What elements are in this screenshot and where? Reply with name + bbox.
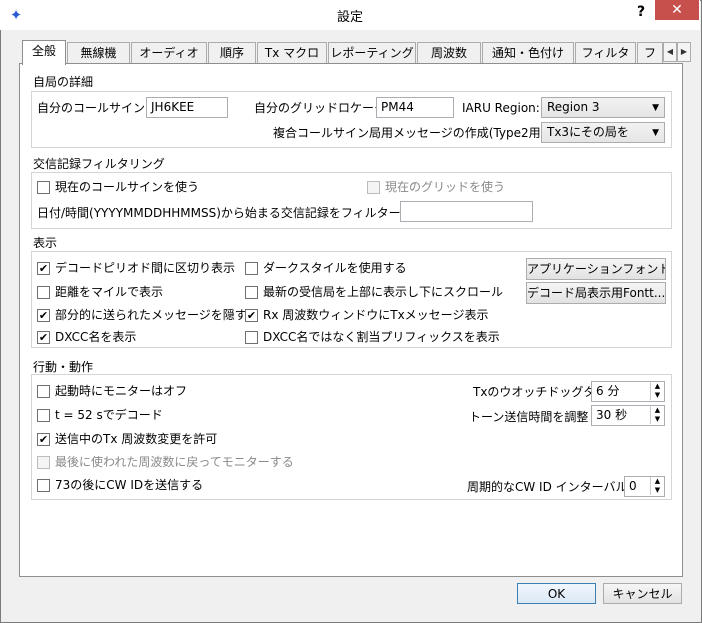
ok-button[interactable]: OK xyxy=(517,583,596,604)
station-details-title: 自局の詳細 xyxy=(33,75,94,89)
cw-interval-spinbox[interactable]: 0 ▲ ▼ xyxy=(624,476,665,497)
use-grid-label: 現在のグリッドを使う xyxy=(385,180,506,194)
dxcc-name-label: DXCC名を表示 xyxy=(55,330,137,344)
allow-tx-change-checkbox[interactable]: ✔ xyxy=(37,433,50,446)
app-font-button[interactable]: アプリケーションフォント… xyxy=(526,258,666,280)
decode-separator-checkbox[interactable]: ✔ xyxy=(37,262,50,275)
tab-notifications[interactable]: 通知・色付け xyxy=(482,42,574,64)
use-callsign-checkbox[interactable] xyxy=(37,181,50,194)
tune-duration-spinbox[interactable]: 30 秒 ▲ ▼ xyxy=(591,405,665,426)
window-title: 設定 xyxy=(336,10,363,25)
watchdog-spinbox[interactable]: 6 分 ▲ ▼ xyxy=(591,381,665,402)
prefix-instead-checkbox[interactable] xyxy=(245,331,258,344)
chevron-down-icon: ▼ xyxy=(652,128,659,138)
tab-radio[interactable]: 無線機 xyxy=(67,42,130,64)
rx-tx-msgs-label: Rx 周波数ウィンドウにTxメッセージ表示 xyxy=(263,308,489,322)
tab-scroll-left-icon[interactable]: ◀ xyxy=(663,42,677,62)
decode-52-checkbox[interactable] xyxy=(37,409,50,422)
display-title: 表示 xyxy=(33,236,58,250)
rx-tx-msgs-checkbox[interactable]: ✔ xyxy=(245,309,258,322)
spin-down-icon[interactable]: ▼ xyxy=(650,415,664,424)
chevron-down-icon: ▼ xyxy=(652,103,659,113)
distance-miles-label: 距離をマイルで表示 xyxy=(55,285,164,299)
return-freq-label: 最後に使われた周波数に戻ってモニターする xyxy=(55,455,294,469)
tab-overflow[interactable]: フ xyxy=(637,42,663,64)
log-filter-title: 交信記録フィルタリング xyxy=(33,157,165,171)
tab-sequence[interactable]: 順序 xyxy=(208,42,256,64)
cancel-button[interactable]: キャンセル xyxy=(603,583,682,604)
dark-style-label: ダークスタイルを使用する xyxy=(263,261,407,275)
cw-interval-value: 0 xyxy=(629,479,637,493)
dxcc-name-checkbox[interactable]: ✔ xyxy=(37,331,50,344)
decode-font-button[interactable]: デコード局表示用Fontt... xyxy=(526,282,666,304)
dark-style-checkbox[interactable] xyxy=(245,262,258,275)
hide-partial-checkbox[interactable]: ✔ xyxy=(37,309,50,322)
monitor-off-label: 起動時にモニターはオフ xyxy=(55,384,188,398)
spin-up-icon[interactable]: ▲ xyxy=(650,406,664,415)
tune-duration-value: 30 秒 xyxy=(596,408,628,422)
newest-top-label: 最新の受信局を上部に表示し下にスクロール xyxy=(263,285,504,299)
tab-tx-macros[interactable]: Tx マクロ xyxy=(257,42,327,64)
spin-down-icon[interactable]: ▼ xyxy=(650,486,664,495)
grid-label: 自分のグリッドロケータ: xyxy=(254,101,391,115)
spin-up-icon[interactable]: ▲ xyxy=(650,382,664,391)
iaru-region-value: Region 3 xyxy=(547,100,600,114)
use-callsign-label: 現在のコールサインを使う xyxy=(55,180,200,194)
behavior-title: 行動・動作 xyxy=(33,360,94,374)
close-button[interactable]: ✕ xyxy=(655,0,699,20)
date-filter-input[interactable] xyxy=(400,201,533,222)
compound-call-select[interactable]: Tx3にその局を ▼ xyxy=(541,122,665,143)
callsign-label: 自分のコールサイン: xyxy=(37,101,150,115)
return-freq-checkbox[interactable] xyxy=(37,456,50,469)
date-filter-label: 日付/時間(YYYYMMDDHHMMSS)から始まる交信記録をフィルター xyxy=(37,206,401,220)
decode-separator-label: デコードピリオド間に区切り表示 xyxy=(55,261,236,275)
cw-id-73-label: 73の後にCW IDを送信する xyxy=(55,478,204,492)
spin-up-icon[interactable]: ▲ xyxy=(650,477,664,486)
compound-call-label: 複合コールサイン局用メッセージの作成(Type2用): xyxy=(273,126,550,140)
tab-general[interactable]: 全般 xyxy=(22,40,66,65)
use-grid-checkbox[interactable] xyxy=(367,181,380,194)
cw-id-73-checkbox[interactable] xyxy=(37,479,50,492)
grid-input[interactable]: PM44 xyxy=(376,97,454,118)
distance-miles-checkbox[interactable] xyxy=(37,286,50,299)
prefix-instead-label: DXCC名ではなく割当プリフィックスを表示 xyxy=(263,330,500,344)
watchdog-value: 6 分 xyxy=(596,384,620,398)
tab-scroll-right-icon[interactable]: ▶ xyxy=(677,42,691,62)
compound-call-value: Tx3にその局を xyxy=(547,125,629,139)
callsign-input[interactable]: JH6KEE xyxy=(146,97,228,118)
iaru-region-label: IARU Region: xyxy=(462,101,540,115)
monitor-off-checkbox[interactable] xyxy=(37,385,50,398)
tab-reporting[interactable]: レポーティング xyxy=(328,42,416,64)
tune-duration-label: トーン送信時間を調整 xyxy=(469,410,589,424)
spin-down-icon[interactable]: ▼ xyxy=(650,391,664,400)
newest-top-checkbox[interactable] xyxy=(245,286,258,299)
hide-partial-label: 部分的に送られたメッセージを隠す xyxy=(55,308,247,322)
tab-frequencies[interactable]: 周波数 xyxy=(417,42,481,64)
iaru-region-select[interactable]: Region 3 ▼ xyxy=(541,97,665,118)
cw-interval-label: 周期的なCW ID インターバル: xyxy=(467,480,632,494)
tab-audio[interactable]: オーディオ xyxy=(131,42,207,64)
allow-tx-change-label: 送信中のTx 周波数変更を許可 xyxy=(55,432,218,446)
decode-52-label: t = 52 sでデコード xyxy=(55,408,163,422)
help-button[interactable]: ? xyxy=(630,2,652,22)
tab-filters[interactable]: フィルタ xyxy=(575,42,636,64)
